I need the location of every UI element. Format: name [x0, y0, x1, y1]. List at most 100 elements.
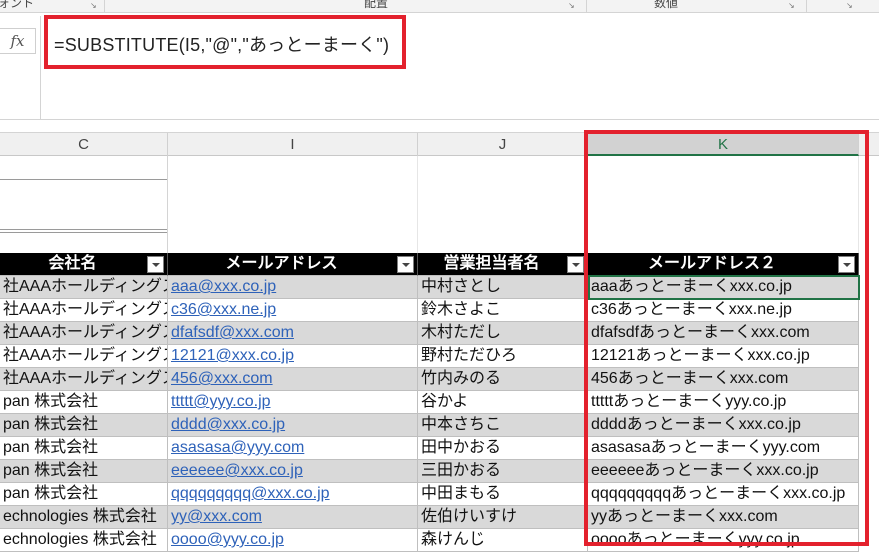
formula-bar — [0, 13, 879, 120]
email2-cell[interactable]: qqqqqqqqqあっとーまーくxxx.co.jp — [588, 483, 859, 506]
email2-cell[interactable]: 12121あっとーまーくxxx.co.jp — [588, 345, 859, 368]
cell-border — [0, 229, 167, 230]
company-cell[interactable]: 社AAAホールディングス — [0, 345, 168, 368]
email2-cell[interactable]: dfafsdfあっとーまーくxxx.com — [588, 322, 859, 345]
column-header-c[interactable]: C — [0, 133, 168, 156]
column-header-bar: C I J K — [0, 132, 879, 156]
ribbon-group-number: 数値 — [654, 0, 679, 10]
sales-rep-cell[interactable]: 竹内みのる — [418, 368, 588, 391]
email-cell[interactable]: dddd@xxx.co.jp — [168, 414, 418, 437]
table-row: 社AAAホールディングス c36@xxx.ne.jp 鈴木さよこ c36あっとーまーく… — [0, 299, 879, 322]
header-label: メールアドレス２ — [647, 255, 776, 272]
company-cell[interactable]: pan 株式会社 — [0, 414, 168, 437]
filter-dropdown-icon[interactable] — [838, 256, 855, 273]
company-cell[interactable]: 社AAAホールディングス — [0, 276, 168, 299]
email-cell[interactable]: eeeeee@xxx.co.jp — [168, 460, 418, 483]
email2-cell[interactable]: tttttあっとーまーくyyy.co.jp — [588, 391, 859, 414]
email-cell[interactable]: aaa@xxx.co.jp — [168, 276, 418, 299]
header-email2[interactable]: メールアドレス２ — [588, 253, 859, 276]
email2-cell[interactable]: asasasaあっとーまーくyyy.com — [588, 437, 859, 460]
table-row: 社AAAホールディングス 12121@xxx.co.jp 野村ただひろ 12121あっ… — [0, 345, 879, 368]
header-label: 会社名 — [48, 255, 97, 272]
grid-line — [167, 156, 168, 253]
table-row: echnologies 株式会社 oooo@yyy.co.jp 森けんじ ooooあっ… — [0, 529, 879, 552]
email-cell[interactable]: dfafsdf@xxx.com — [168, 322, 418, 345]
grid-line — [587, 156, 588, 253]
column-header-k[interactable]: K — [588, 133, 859, 156]
table-row: 社AAAホールディングス dfafsdf@xxx.com 木村ただし dfafsdfあ… — [0, 322, 879, 345]
table-header-row: 会社名 メールアドレス 営業担当者名 メールアドレス２ — [0, 253, 879, 276]
table-row: echnologies 株式会社 yy@xxx.com 佐伯けいすけ yyあっとーまー… — [0, 506, 879, 529]
email-cell[interactable]: 456@xxx.com — [168, 368, 418, 391]
header-company[interactable]: 会社名 — [0, 253, 168, 276]
grid-line — [417, 156, 418, 253]
email-cell[interactable]: asasasa@yyy.com — [168, 437, 418, 460]
ribbon-group-alignment: 配置 — [364, 0, 389, 10]
email2-cell[interactable]: eeeeeeあっとーまーくxxx.co.jp — [588, 460, 859, 483]
formula-bar-divider — [40, 16, 41, 120]
email-cell[interactable]: yy@xxx.com — [168, 506, 418, 529]
ribbon-divider — [104, 0, 105, 12]
header-email[interactable]: メールアドレス — [168, 253, 418, 276]
table-row: pan 株式会社 eeeeee@xxx.co.jp 三田かおる eeeeeeあっとーま… — [0, 460, 879, 483]
sales-rep-cell[interactable]: 木村ただし — [418, 322, 588, 345]
sales-rep-cell[interactable]: 田中かおる — [418, 437, 588, 460]
insert-function-icon[interactable]: fx — [0, 28, 36, 54]
table-row: pan 株式会社 ttttt@yyy.co.jp 谷かよ tttttあっとーまーくyy… — [0, 391, 879, 414]
font-dialog-launcher-icon[interactable]: ↘ — [90, 1, 97, 10]
column-header-i[interactable]: I — [168, 133, 418, 156]
email-cell[interactable]: c36@xxx.ne.jp — [168, 299, 418, 322]
sales-rep-cell[interactable]: 谷かよ — [418, 391, 588, 414]
company-cell[interactable]: 社AAAホールディングス — [0, 368, 168, 391]
table-row: pan 株式会社 dddd@xxx.co.jp 中本さちこ ddddあっとーまーくxx… — [0, 414, 879, 437]
company-cell[interactable]: pan 株式会社 — [0, 437, 168, 460]
email2-cell[interactable]: aaaあっとーまーくxxx.co.jp — [588, 276, 859, 299]
filter-dropdown-icon[interactable] — [567, 256, 584, 273]
filter-dropdown-icon[interactable] — [397, 256, 414, 273]
company-cell[interactable]: 社AAAホールディングス — [0, 299, 168, 322]
email2-cell[interactable]: 456あっとーまーくxxx.com — [588, 368, 859, 391]
company-cell[interactable]: echnologies 株式会社 — [0, 529, 168, 552]
grid-line — [858, 156, 859, 253]
ribbon-launcher-icon[interactable]: ↘ — [846, 1, 853, 10]
header-label: 営業担当者名 — [443, 255, 540, 272]
column-header-j[interactable]: J — [418, 133, 588, 156]
company-cell[interactable]: pan 株式会社 — [0, 460, 168, 483]
email2-cell[interactable]: ooooあっとーまーくyyy.co.jp — [588, 529, 859, 552]
sales-rep-cell[interactable]: 鈴木さよこ — [418, 299, 588, 322]
email2-cell[interactable]: ddddあっとーまーくxxx.co.jp — [588, 414, 859, 437]
cell-border — [0, 232, 167, 233]
sales-rep-cell[interactable]: 野村ただひろ — [418, 345, 588, 368]
table-row: 社AAAホールディングス 456@xxx.com 竹内みのる 456あっとーまーくxx… — [0, 368, 879, 391]
ribbon-group-labels: フォント ↘ 配置 ↘ 数値 ↘ ↘ — [0, 0, 879, 13]
header-label: メールアドレス — [225, 255, 338, 272]
formula-input[interactable]: =SUBSTITUTE(I5,"@","あっとーまーく") — [54, 31, 389, 57]
company-cell[interactable]: pan 株式会社 — [0, 391, 168, 414]
number-dialog-launcher-icon[interactable]: ↘ — [788, 1, 795, 10]
sales-rep-cell[interactable]: 中村さとし — [418, 276, 588, 299]
sales-rep-cell[interactable]: 佐伯けいすけ — [418, 506, 588, 529]
email-cell[interactable]: 12121@xxx.co.jp — [168, 345, 418, 368]
company-cell[interactable]: echnologies 株式会社 — [0, 506, 168, 529]
ribbon-divider — [806, 0, 807, 12]
sales-rep-cell[interactable]: 森けんじ — [418, 529, 588, 552]
sales-rep-cell[interactable]: 中田まもる — [418, 483, 588, 506]
alignment-dialog-launcher-icon[interactable]: ↘ — [568, 1, 575, 10]
email-cell[interactable]: ttttt@yyy.co.jp — [168, 391, 418, 414]
table-row: pan 株式会社 asasasa@yyy.com 田中かおる asasasaあっとーま… — [0, 437, 879, 460]
filter-dropdown-icon[interactable] — [147, 256, 164, 273]
email-cell[interactable]: oooo@yyy.co.jp — [168, 529, 418, 552]
cell-border — [0, 179, 167, 180]
ribbon-divider — [586, 0, 587, 12]
sales-rep-cell[interactable]: 三田かおる — [418, 460, 588, 483]
table-row: pan 株式会社 qqqqqqqqq@xxx.co.jp 中田まもる qqqqqqqq… — [0, 483, 879, 506]
email-cell[interactable]: qqqqqqqqq@xxx.co.jp — [168, 483, 418, 506]
company-cell[interactable]: pan 株式会社 — [0, 483, 168, 506]
header-sales-rep[interactable]: 営業担当者名 — [418, 253, 588, 276]
sales-rep-cell[interactable]: 中本さちこ — [418, 414, 588, 437]
ribbon-group-font: フォント — [0, 0, 35, 10]
email2-cell[interactable]: yyあっとーまーくxxx.com — [588, 506, 859, 529]
email2-cell[interactable]: c36あっとーまーくxxx.ne.jp — [588, 299, 859, 322]
company-cell[interactable]: 社AAAホールディングス — [0, 322, 168, 345]
table-row: 社AAAホールディングス aaa@xxx.co.jp 中村さとし aaaあっとーまーく… — [0, 276, 879, 299]
